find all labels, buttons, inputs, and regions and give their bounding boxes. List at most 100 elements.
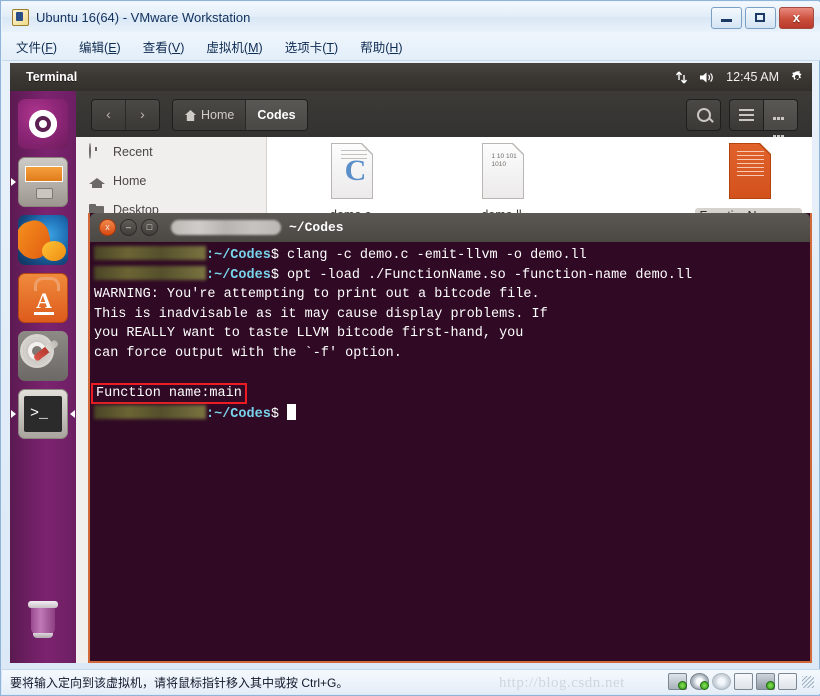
terminal-line-1-dollar: $ xyxy=(270,267,279,283)
menu-view-label: 查看 xyxy=(142,40,168,55)
terminal-line-5: can force output with the `-f' option. xyxy=(94,345,402,361)
file-item-demo-c[interactable]: C demo.c xyxy=(287,143,414,224)
terminal-title-path: ~/Codes xyxy=(289,220,344,235)
nav-buttons: ‹ › xyxy=(91,99,160,131)
clock[interactable]: 12:45 AM xyxy=(726,70,779,84)
terminal-minimize-button[interactable]: – xyxy=(120,219,137,236)
back-button[interactable]: ‹ xyxy=(92,100,126,130)
sidebar-item-recent[interactable]: Recent xyxy=(76,137,266,166)
menu-view[interactable]: 查看(V) xyxy=(143,37,185,56)
terminal-maximize-button[interactable]: □ xyxy=(141,219,158,236)
terminal-line-3: This is inadvisable as it may cause disp… xyxy=(94,306,548,322)
close-button[interactable]: x xyxy=(779,7,814,29)
highlighted-function-name: Function name:main xyxy=(91,382,247,404)
gear-icon[interactable] xyxy=(790,70,804,84)
menu-edit[interactable]: 编辑(E) xyxy=(79,37,121,56)
launcher-item-system-settings[interactable] xyxy=(18,331,68,381)
menu-help[interactable]: 帮助(H) xyxy=(360,37,402,56)
ubuntu-top-panel: Terminal 12:45 AM xyxy=(10,63,812,91)
maximize-button[interactable] xyxy=(745,7,776,29)
menu-file-accel: F xyxy=(45,40,53,55)
list-view-button[interactable] xyxy=(729,99,763,131)
terminal-line-0-command: clang -c demo.c -emit-llvm -o demo.ll xyxy=(278,248,587,263)
cd-drive-2-icon[interactable] xyxy=(712,673,731,690)
terminal-output[interactable]: :~/Codes$ clang -c demo.c -emit-llvm -o … xyxy=(90,242,810,661)
menu-vm[interactable]: 虚拟机(M) xyxy=(206,37,262,56)
status-message: 要将输入定向到该虚拟机，请将鼠标指针移入其中或按 Ctrl+G。 xyxy=(10,675,349,690)
volume-icon[interactable] xyxy=(699,71,715,84)
usb-icon[interactable] xyxy=(778,673,797,690)
redacted-user-1 xyxy=(94,246,206,260)
terminal-line-8-dollar: $ xyxy=(270,406,279,422)
menu-file-label: 文件 xyxy=(16,40,42,55)
menu-file[interactable]: 文件(F) xyxy=(16,37,57,56)
breadcrumb-home[interactable]: Home xyxy=(173,100,247,130)
window-controls: x xyxy=(711,7,814,29)
terminal-line-4: you REALLY want to taste LLVM bitcode fi… xyxy=(94,326,524,341)
hard-disk-icon[interactable] xyxy=(668,673,687,690)
window-title: Ubuntu 16(64) - VMware Workstation xyxy=(36,9,251,25)
ubuntu-logo-icon xyxy=(18,99,68,149)
breadcrumb-codes-label: Codes xyxy=(257,107,296,122)
grid-view-icon xyxy=(773,109,788,156)
terminal-icon xyxy=(18,389,68,439)
minimize-icon: – xyxy=(125,222,131,232)
terminal-window-controls: x – □ xyxy=(99,219,158,236)
menu-vm-label: 虚拟机 xyxy=(206,40,244,55)
launcher-item-trash[interactable] xyxy=(18,595,68,645)
clock-icon xyxy=(89,143,104,159)
file-manager-toolbar: ‹ › Home Codes xyxy=(76,91,812,156)
terminal-cursor xyxy=(287,403,297,420)
file-item-functionname-so[interactable]: FunctionName.so xyxy=(685,143,812,224)
network-icon[interactable] xyxy=(675,71,688,84)
terminal-line-1-path: :~/Codes xyxy=(206,267,271,283)
menu-edit-label: 编辑 xyxy=(79,40,105,55)
launcher-item-dash-home[interactable] xyxy=(18,99,68,149)
minimize-button[interactable] xyxy=(711,7,742,29)
home-icon xyxy=(89,173,105,188)
sidebar-item-recent-label: Recent xyxy=(113,144,153,159)
status-device-icons xyxy=(668,673,814,690)
network-adapter-icon[interactable] xyxy=(756,673,775,690)
panel-indicators: 12:45 AM xyxy=(675,63,804,91)
file-item-demo-ll[interactable]: 1 10 101 1010 demo.ll xyxy=(438,143,565,224)
panel-app-title: Terminal xyxy=(26,70,78,84)
terminal-line-1-command: opt -load ./FunctionName.so -function-na… xyxy=(278,267,693,283)
search-icon xyxy=(697,108,711,122)
terminal-line-8-path: :~/Codes xyxy=(206,406,271,422)
launcher-item-files[interactable] xyxy=(18,157,68,207)
list-view-icon xyxy=(739,109,754,121)
close-icon: x xyxy=(792,10,801,25)
vmware-menu-bar: 文件(F) 编辑(E) 查看(V) 虚拟机(M) 选项卡(T) 帮助(H) xyxy=(2,32,820,61)
file-grid: C demo.c 1 10 101 1010 demo.ll xyxy=(267,143,812,224)
sidebar-item-home-label: Home xyxy=(113,173,147,188)
menu-edit-accel: E xyxy=(108,40,117,55)
grid-view-button[interactable] xyxy=(763,99,798,156)
launcher-item-software-center[interactable]: A xyxy=(18,273,68,323)
watermark: http://blog.csdn.net xyxy=(499,675,625,691)
sidebar-item-home[interactable]: Home xyxy=(76,166,266,195)
menu-tabs[interactable]: 选项卡(T) xyxy=(285,37,339,56)
forward-button[interactable]: › xyxy=(126,100,159,130)
terminal-line-2: WARNING: You're attempting to print out … xyxy=(94,287,540,302)
vmware-title-bar: Ubuntu 16(64) - VMware Workstation x xyxy=(2,2,820,32)
unity-launcher: A xyxy=(10,91,77,663)
menu-help-accel: H xyxy=(389,40,399,55)
launcher-item-firefox[interactable] xyxy=(18,215,68,265)
cd-drive-icon[interactable] xyxy=(690,673,709,690)
resize-grip[interactable] xyxy=(802,675,814,688)
launcher-item-terminal[interactable] xyxy=(18,389,68,439)
menu-vm-accel: M xyxy=(248,40,259,55)
terminal-close-button[interactable]: x xyxy=(99,219,116,236)
breadcrumb-codes[interactable]: Codes xyxy=(246,100,307,130)
software-center-icon: A xyxy=(18,273,68,323)
menu-tabs-accel: T xyxy=(326,40,335,55)
terminal-title-redacted-user xyxy=(171,220,281,235)
firefox-icon xyxy=(18,215,68,265)
floppy-icon[interactable] xyxy=(734,673,753,690)
search-button[interactable] xyxy=(686,99,721,131)
home-icon xyxy=(185,109,196,121)
trash-icon xyxy=(18,595,68,645)
terminal-line-0-path: :~/Codes xyxy=(206,248,271,263)
menu-view-accel: V xyxy=(171,40,181,55)
